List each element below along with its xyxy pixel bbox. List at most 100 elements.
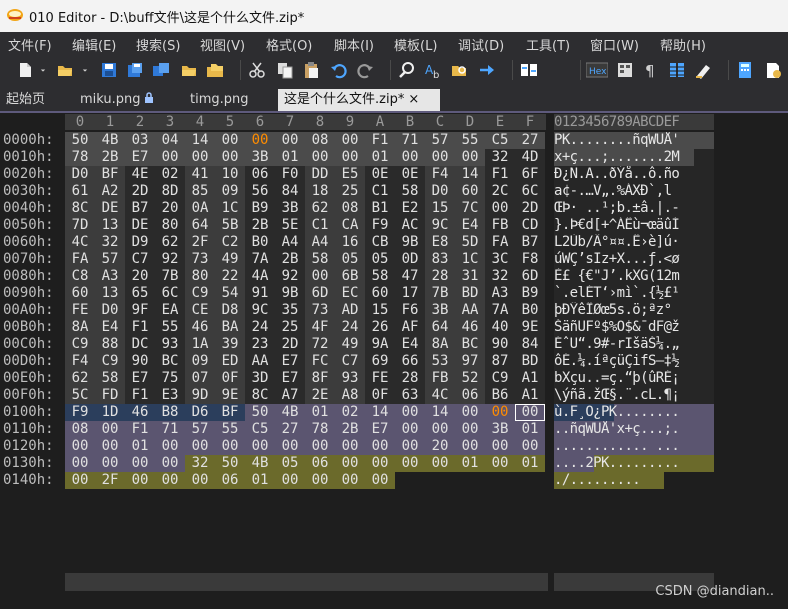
hex-byte[interactable]: 24	[245, 319, 275, 336]
hex-byte[interactable]: 09	[185, 353, 215, 370]
hex-byte[interactable]: B8	[155, 404, 185, 421]
hex-byte[interactable]: 9C	[425, 217, 455, 234]
hex-byte[interactable]: D8	[215, 302, 245, 319]
hex-byte[interactable]: A7	[275, 387, 305, 404]
hex-byte[interactable]: 00	[95, 438, 125, 455]
hex-byte[interactable]: 78	[305, 421, 335, 438]
hex-byte[interactable]: 01	[365, 149, 395, 166]
hex-byte[interactable]: C8	[65, 268, 95, 285]
hex-byte[interactable]: F9	[365, 217, 395, 234]
hex-byte[interactable]: 02	[155, 166, 185, 183]
hex-byte[interactable]: BA	[215, 319, 245, 336]
hex-byte[interactable]: D0	[65, 166, 95, 183]
hex-byte[interactable]: 00	[395, 455, 425, 472]
hex-byte[interactable]: 03	[125, 132, 155, 149]
hex-byte[interactable]: 53	[425, 353, 455, 370]
hex-byte[interactable]: B1	[365, 200, 395, 217]
hex-byte[interactable]: 54	[215, 285, 245, 302]
hex-byte[interactable]: 00	[425, 455, 455, 472]
hex-byte[interactable]: 25	[275, 319, 305, 336]
hex-byte[interactable]: 64	[425, 319, 455, 336]
hex-byte[interactable]: 27	[515, 132, 545, 149]
hex-byte[interactable]: 31	[455, 268, 485, 285]
hex-byte[interactable]: 00	[365, 472, 395, 489]
hex-byte[interactable]: 05	[365, 251, 395, 268]
hex-byte[interactable]: 13	[95, 217, 125, 234]
hex-byte[interactable]: 78	[65, 149, 95, 166]
hex-byte[interactable]: 0F	[365, 387, 395, 404]
hex-byte[interactable]: FC	[305, 353, 335, 370]
hex-byte[interactable]: 1D	[95, 404, 125, 421]
hex-byte[interactable]: 46	[455, 319, 485, 336]
hex-byte[interactable]: 06	[245, 166, 275, 183]
hex-byte[interactable]: 22	[215, 268, 245, 285]
hex-byte[interactable]: 9E	[215, 387, 245, 404]
tab-3[interactable]: 这是个什么文件.zip* ×	[278, 89, 440, 111]
hex-byte[interactable]: 01	[125, 438, 155, 455]
hex-byte[interactable]: 00	[335, 455, 365, 472]
hex-byte[interactable]: 20	[125, 268, 155, 285]
open-folder-icon[interactable]	[180, 61, 198, 79]
hex-byte[interactable]: 1C	[455, 251, 485, 268]
hex-byte[interactable]: B9	[245, 200, 275, 217]
hex-byte[interactable]: 71	[395, 132, 425, 149]
hex-byte[interactable]: 2B	[245, 217, 275, 234]
hex-byte[interactable]: F6	[395, 302, 425, 319]
hex-byte[interactable]: 9A	[365, 336, 395, 353]
hex-byte[interactable]: 00	[395, 438, 425, 455]
folder-group-icon[interactable]	[206, 61, 224, 79]
hex-byte[interactable]: 2F	[185, 234, 215, 251]
hex-byte[interactable]: CA	[335, 217, 365, 234]
hex-byte[interactable]: 00	[335, 472, 365, 489]
hex-byte[interactable]: AD	[335, 302, 365, 319]
hex-byte[interactable]: 4B	[245, 455, 275, 472]
hex-byte[interactable]: FE	[365, 370, 395, 387]
find-in-files-icon[interactable]	[450, 61, 468, 79]
hex-byte[interactable]: 57	[95, 251, 125, 268]
hex-byte[interactable]: 46	[125, 404, 155, 421]
hex-byte[interactable]: FD	[95, 387, 125, 404]
tab-close-button[interactable]: ×	[408, 92, 419, 107]
hex-byte[interactable]: 0A	[185, 200, 215, 217]
hex-byte[interactable]: 18	[305, 183, 335, 200]
hex-byte[interactable]: AC	[395, 217, 425, 234]
hex-byte[interactable]: 3B	[275, 200, 305, 217]
hex-byte[interactable]: 00	[155, 149, 185, 166]
hex-byte[interactable]: 00	[485, 455, 515, 472]
hex-byte[interactable]: 6C	[155, 285, 185, 302]
hex-byte[interactable]: C7	[125, 251, 155, 268]
tab-1[interactable]: miku.png	[80, 89, 180, 111]
hex-byte[interactable]: 00	[215, 132, 245, 149]
hex-byte[interactable]: 8D	[155, 183, 185, 200]
hex-byte[interactable]: DE	[125, 217, 155, 234]
hex-byte[interactable]: 6C	[515, 183, 545, 200]
hex-byte[interactable]: C9	[485, 370, 515, 387]
hex-byte[interactable]: 00	[275, 438, 305, 455]
hex-byte[interactable]: 25	[335, 183, 365, 200]
hex-byte[interactable]: 4C	[65, 234, 95, 251]
hex-byte[interactable]: 00	[65, 455, 95, 472]
hex-byte[interactable]: 60	[455, 183, 485, 200]
hex-byte[interactable]: 14	[185, 132, 215, 149]
hex-byte[interactable]: 02	[335, 404, 365, 421]
hex-byte[interactable]: 80	[155, 217, 185, 234]
hex-byte[interactable]: 05	[275, 455, 305, 472]
hex-byte[interactable]: DE	[95, 200, 125, 217]
hex-byte[interactable]: 00	[425, 149, 455, 166]
hex-byte[interactable]: 09	[215, 183, 245, 200]
hex-byte[interactable]: 9E	[515, 319, 545, 336]
hex-byte[interactable]: 35	[275, 302, 305, 319]
hex-byte[interactable]: 50	[245, 404, 275, 421]
hex-byte[interactable]: CD	[515, 217, 545, 234]
hex-byte[interactable]: 60	[365, 285, 395, 302]
hex-byte[interactable]: 66	[395, 353, 425, 370]
hex-byte[interactable]: A4	[275, 234, 305, 251]
save-as-icon[interactable]	[126, 61, 144, 79]
hex-horizontal-scrollbar[interactable]	[65, 573, 548, 591]
menu-item-4[interactable]: 格式(O)	[266, 35, 312, 54]
hex-byte[interactable]: E3	[155, 387, 185, 404]
hex-byte[interactable]: 83	[425, 251, 455, 268]
hex-byte[interactable]: BF	[95, 166, 125, 183]
hex-byte[interactable]: 00	[275, 132, 305, 149]
menu-item-8[interactable]: 工具(T)	[526, 35, 570, 54]
